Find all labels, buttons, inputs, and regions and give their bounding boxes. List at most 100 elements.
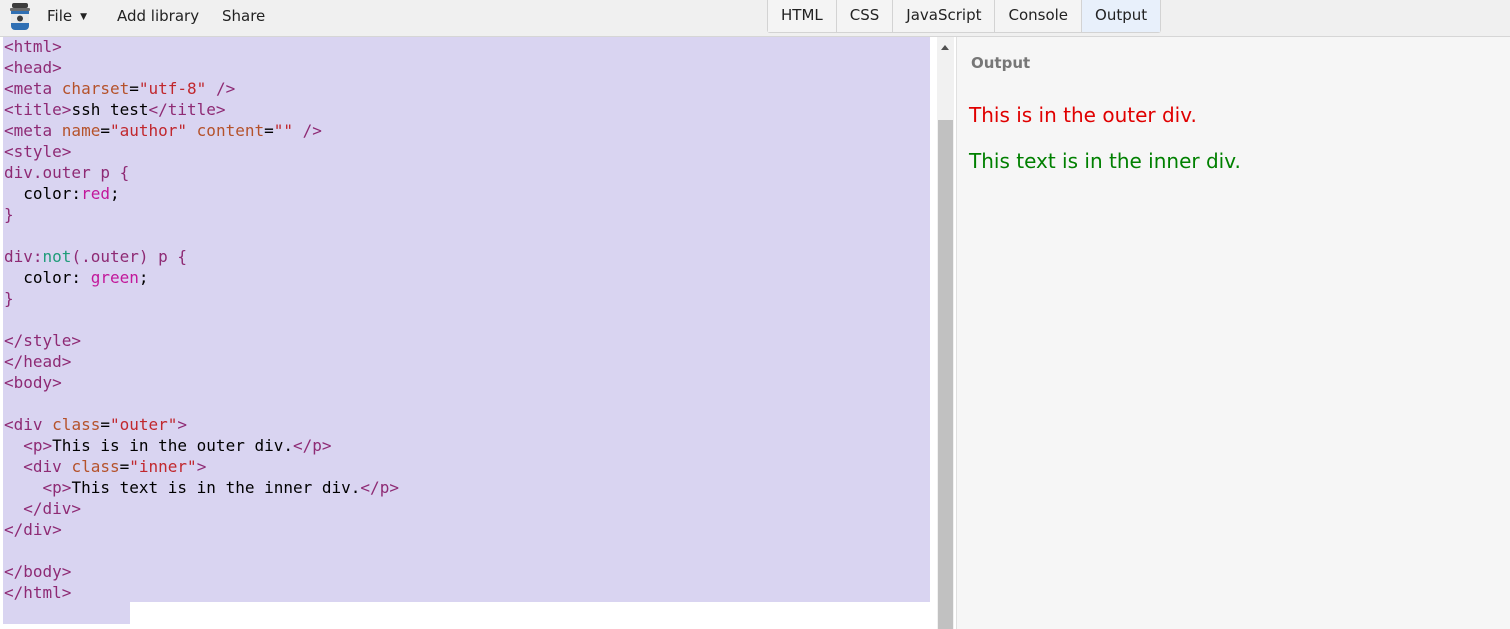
code-token: </p> — [360, 478, 399, 497]
code-line[interactable]: div:not(.outer) p { — [4, 246, 399, 267]
output-inner-text: This text is in the inner div. — [969, 149, 1241, 173]
code-token: <style> — [4, 142, 72, 161]
code-line[interactable] — [4, 393, 399, 414]
code-lines[interactable]: <html> <head> <meta charset="utf-8" /> <tit… — [4, 37, 399, 603]
jar-logo-icon[interactable] — [8, 3, 32, 31]
code-token: <p> — [23, 436, 53, 455]
code-token: ; — [109, 184, 120, 203]
code-token: content — [196, 121, 265, 140]
output-title: Output — [971, 54, 1031, 72]
code-token: class — [71, 457, 120, 476]
code-token: This text is in the inner div. — [71, 478, 361, 497]
code-token: "" — [273, 121, 294, 140]
tab-output[interactable]: Output — [1082, 0, 1161, 32]
add-library-button[interactable]: Add library — [117, 0, 199, 33]
code-token: </html> — [4, 583, 72, 602]
code-token: </p> — [293, 436, 332, 455]
code-token: color: — [4, 184, 82, 203]
code-line[interactable]: </div> — [4, 519, 399, 540]
code-line[interactable]: <body> — [4, 372, 399, 393]
code-token: <head> — [4, 58, 62, 77]
code-line[interactable]: } — [4, 288, 399, 309]
code-token: not — [42, 247, 72, 266]
code-token: charset — [61, 79, 130, 98]
file-menu[interactable]: File ▼ — [47, 0, 87, 33]
code-token: /> — [293, 121, 322, 140]
code-line[interactable]: <html> — [4, 37, 399, 57]
code-token: } — [4, 289, 14, 308]
code-token: <p> — [42, 478, 72, 497]
code-token: <meta — [4, 79, 62, 98]
code-token: } — [4, 205, 14, 224]
code-line[interactable]: </body> — [4, 561, 399, 582]
code-token: (.outer) p { — [71, 247, 188, 266]
file-menu-label: File — [47, 7, 73, 25]
code-line[interactable]: </style> — [4, 330, 399, 351]
code-token: color: — [4, 268, 91, 287]
code-token: red — [81, 184, 110, 203]
code-line[interactable]: <style> — [4, 141, 399, 162]
code-token: </head> — [4, 352, 72, 371]
code-line[interactable]: </div> — [4, 498, 399, 519]
code-token: "author" — [109, 121, 188, 140]
code-token: <title> — [4, 100, 72, 119]
code-token: ; — [138, 268, 149, 287]
share-button[interactable]: Share — [222, 0, 265, 33]
code-token: /> — [206, 79, 236, 98]
code-line[interactable]: <div class="inner"> — [4, 456, 399, 477]
tab-javascript[interactable]: JavaScript — [893, 0, 996, 32]
code-line[interactable]: color: green; — [4, 267, 399, 288]
code-token: = — [129, 79, 139, 98]
code-line[interactable]: <meta charset="utf-8" /> — [4, 78, 399, 99]
code-editor[interactable]: <html> <head> <meta charset="utf-8" /> <tit… — [0, 37, 937, 629]
code-line[interactable]: <meta name="author" content="" /> — [4, 120, 399, 141]
scrollbar-thumb[interactable] — [938, 120, 953, 629]
code-line[interactable]: color:red; — [4, 183, 399, 204]
code-line[interactable]: div.outer p { — [4, 162, 399, 183]
code-line[interactable] — [4, 309, 399, 330]
tab-html[interactable]: HTML — [768, 0, 837, 32]
text-selection-tail — [3, 602, 130, 624]
code-token: ssh test — [71, 100, 149, 119]
code-token: <html> — [4, 37, 62, 56]
code-line[interactable] — [4, 540, 399, 561]
tab-console[interactable]: Console — [995, 0, 1083, 32]
top-bar: File ▼ Add library Share HTML CSS JavaScr… — [0, 0, 1510, 37]
code-token: </body> — [4, 562, 72, 581]
code-line[interactable]: <p>This is in the outer div.</p> — [4, 435, 399, 456]
scroll-up-arrow-icon[interactable] — [937, 43, 954, 55]
output-panel: Output This is in the outer div. This te… — [956, 37, 1510, 629]
code-token: </title> — [148, 100, 226, 119]
code-line[interactable]: </html> — [4, 582, 399, 603]
code-token: name — [61, 121, 101, 140]
code-token: <div — [4, 415, 53, 434]
tab-css[interactable]: CSS — [836, 0, 894, 32]
code-line[interactable]: <div class="outer"> — [4, 414, 399, 435]
code-token: <meta — [4, 121, 62, 140]
code-token: "inner" — [129, 457, 197, 476]
code-token: class — [52, 415, 101, 434]
code-line[interactable]: <title>ssh test</title> — [4, 99, 399, 120]
code-line[interactable]: <p>This text is in the inner div.</p> — [4, 477, 399, 498]
code-token: div.outer p { — [4, 163, 130, 182]
output-outer-text: This is in the outer div. — [969, 103, 1197, 127]
code-token: <div — [23, 457, 72, 476]
code-line[interactable]: </head> — [4, 351, 399, 372]
code-token: = — [100, 121, 110, 140]
code-token: "utf-8" — [138, 79, 207, 98]
caret-down-icon: ▼ — [80, 12, 88, 22]
code-line[interactable]: <head> — [4, 57, 399, 78]
code-token: = — [100, 415, 110, 434]
code-line[interactable]: } — [4, 204, 399, 225]
panel-tabs: HTML CSS JavaScript Console Output — [767, 0, 1162, 33]
editor-scrollbar[interactable] — [937, 37, 954, 629]
code-token: </style> — [4, 331, 82, 350]
code-token: </div> — [23, 499, 82, 518]
code-token: green — [90, 268, 139, 287]
code-line[interactable] — [4, 225, 399, 246]
code-token: <body> — [4, 373, 62, 392]
